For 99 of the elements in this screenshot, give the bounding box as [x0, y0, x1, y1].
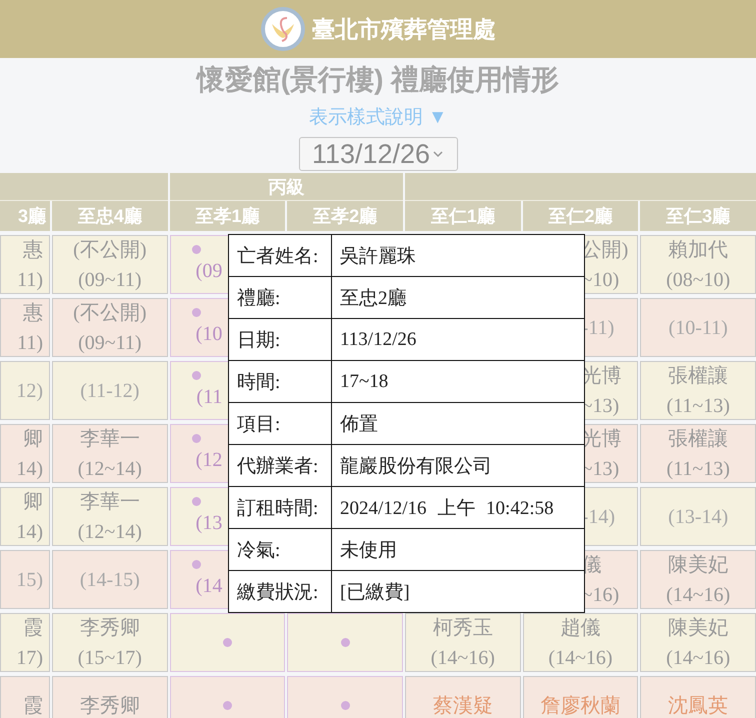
date-select[interactable]: 113/12/26 — [298, 137, 458, 171]
booking-time: (15~17) — [78, 646, 142, 670]
dot-icon — [222, 701, 232, 710]
booking-time: (11 — [196, 385, 222, 410]
chevron-down-icon — [432, 150, 444, 158]
booking-time: ~16) — [582, 582, 620, 608]
page-title: 懷愛館(景行樓) 禮廳使用情形 — [194, 63, 560, 97]
booking-name: 蔡漢疑 — [432, 694, 493, 718]
popup-value: 佈置 — [332, 402, 584, 444]
booking-time: (09~11) — [78, 330, 142, 356]
booking-name: (不公開) — [73, 238, 146, 262]
booking-name: (不公開) — [73, 300, 146, 326]
booking-time: (14~16) — [430, 646, 495, 670]
booking-name: 李華一 — [80, 490, 140, 514]
popup-value: 2024/12/16 上午 10:42:58 — [332, 486, 584, 528]
booking-time: ~13) — [582, 394, 620, 418]
booking-name: 惠 — [23, 300, 43, 326]
booking-name: 卿 — [23, 426, 43, 452]
booking-name: 張權讓 — [668, 364, 728, 388]
column-header: 至孝2廳 — [287, 201, 403, 231]
booking-name: 惠 — [23, 238, 43, 262]
column-header: 至孝1廳 — [170, 201, 286, 231]
booking-time: 17) — [16, 646, 43, 670]
org-name: 臺北市殯葬管理處 — [312, 14, 496, 44]
popup-label: 禮廳: — [228, 276, 332, 318]
dot-icon — [222, 638, 232, 647]
booking-time: (10-11) — [668, 316, 728, 340]
booking-name: 賴加代 — [668, 238, 728, 262]
booking-time: 12) — [16, 378, 43, 404]
dot-icon — [192, 560, 201, 569]
booking-name: 詹廖秋蘭 — [540, 694, 620, 718]
legend-link[interactable]: 表示樣式說明 ▼ — [308, 104, 448, 130]
dot-icon — [192, 434, 201, 443]
booking-name: 霞 — [23, 616, 43, 640]
booking-time: 11) — [17, 268, 43, 292]
popup-label: 日期: — [228, 318, 332, 360]
popup-label: 亡者姓名: — [228, 234, 332, 276]
column-header: 至仁3廳 — [640, 201, 756, 231]
booking-time: (14~16) — [548, 646, 613, 670]
booking-time: ~13) — [582, 456, 620, 482]
booking-time: ~10) — [582, 268, 620, 292]
dot-icon — [192, 245, 201, 254]
booking-time: 11) — [17, 330, 43, 356]
column-header: 至仁1廳 — [404, 201, 521, 231]
popup-value: 至忠2廳 — [332, 276, 584, 318]
booking-name: 李華一 — [80, 426, 140, 452]
dot-icon — [340, 638, 350, 647]
booking-time: (14-15) — [80, 568, 140, 592]
group-header: 丙級 — [170, 173, 403, 201]
booking-time: -14) — [582, 504, 615, 530]
popup-label: 時間: — [228, 360, 332, 402]
booking-time: (12 — [196, 448, 222, 473]
popup-value: 未使用 — [332, 528, 584, 570]
booking-time: (08~10) — [666, 268, 730, 292]
booking-time: (13-14) — [668, 504, 728, 530]
booking-time: (10 — [196, 322, 222, 347]
popup-label: 訂租時間: — [228, 486, 332, 528]
popup-value: 113/12/26 — [332, 318, 584, 360]
popup-label: 項目: — [228, 402, 332, 444]
booking-time: (09 — [196, 259, 222, 284]
booking-name: 陳美妃 — [668, 616, 728, 640]
booking-time: (14 — [196, 574, 222, 599]
popup-value: 吳許麗珠 — [332, 234, 584, 276]
logo-icon — [260, 6, 306, 52]
popup-label: 繳費狀況: — [228, 570, 332, 612]
booking-time: 15) — [16, 568, 43, 592]
booking-time: (14~16) — [666, 646, 730, 670]
dot-icon — [340, 701, 350, 710]
popup-label: 冷氣: — [228, 528, 332, 570]
booking-time: (11-12) — [80, 378, 140, 404]
popup-value: 17~18 — [332, 360, 584, 402]
booking-name: 趙儀 — [560, 616, 600, 640]
booking-name: 柯秀玉 — [432, 616, 493, 640]
booking-name: 李秀卿 — [80, 694, 140, 718]
popup-value: [已繳費] — [332, 570, 584, 612]
booking-name: 卿 — [23, 490, 43, 514]
booking-time: (11~13) — [666, 456, 730, 482]
booking-name: 陳美妃 — [668, 552, 728, 578]
booking-time: (13 — [196, 511, 222, 536]
booking-time: (14~16) — [666, 582, 730, 608]
booking-time: 14) — [16, 520, 43, 544]
booking-name: 張權讓 — [668, 426, 728, 452]
booking-time: (12~14) — [78, 456, 142, 482]
column-header: 至忠4廳 — [52, 201, 168, 231]
booking-name: 李秀卿 — [80, 616, 140, 640]
booking-time: (12~14) — [78, 520, 142, 544]
booking-time: -11) — [582, 316, 614, 340]
dot-icon — [192, 308, 201, 317]
dot-icon — [192, 371, 201, 380]
popup-label: 代辦業者: — [228, 444, 332, 486]
column-header: 至仁2廳 — [522, 201, 638, 231]
column-header: 3廳 — [0, 201, 50, 231]
booking-time: (11~13) — [666, 394, 730, 418]
booking-time: 14) — [16, 456, 43, 482]
booking-name: 霞 — [23, 694, 43, 718]
popup-value: 龍巖股份有限公司 — [332, 444, 584, 486]
booking-name: 沈鳳英 — [668, 694, 728, 718]
dot-icon — [192, 497, 201, 506]
booking-time: (09~11) — [78, 268, 142, 292]
